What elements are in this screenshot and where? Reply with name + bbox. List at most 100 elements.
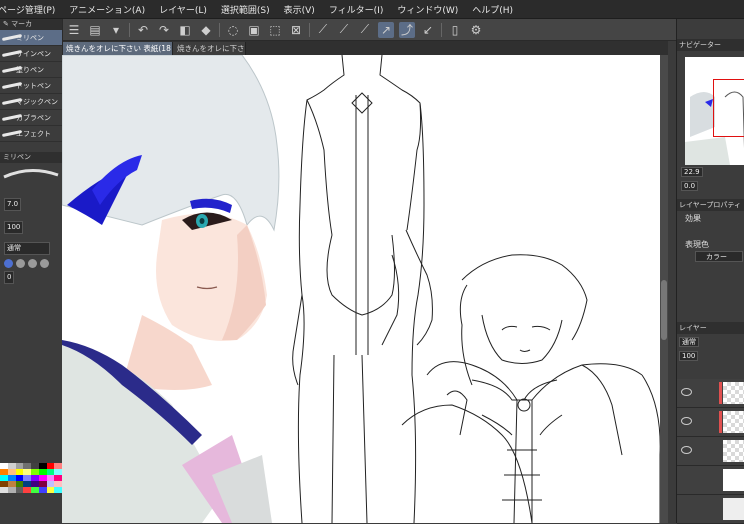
opacity-input[interactable]: 100 xyxy=(4,221,24,234)
snap-line-icon[interactable]: ↙ xyxy=(420,22,436,38)
command-toolbar: ☰ ▤ ▾ ↶ ↷ ◧ ◆ ◌ ▣ ⬚ ⊠ ⟋ ⟋ ⟋ ↗ ⤴ ↙ ▯ ⚙ xyxy=(62,19,744,41)
menu-bar: ページ管理(P) アニメーション(A) レイヤー(L) 選択範囲(S) 表示(V… xyxy=(0,0,744,19)
settings-icon[interactable]: ⚙ xyxy=(468,22,484,38)
color-palette xyxy=(0,463,62,523)
blend-mode-row: 通常 xyxy=(0,241,62,256)
undo-icon[interactable]: ↶ xyxy=(135,22,151,38)
snap-ruler-icon[interactable]: ⟋ xyxy=(336,22,352,38)
opacity-row: 100 xyxy=(0,220,62,235)
layer-thumbnail xyxy=(723,498,744,520)
tab-cover[interactable]: 焼きんをオレに下さい 表紙(18▾ xyxy=(62,42,173,55)
zoom-input[interactable]: 22.9 xyxy=(681,167,703,177)
tip-preset[interactable] xyxy=(4,258,13,268)
tip-preset[interactable] xyxy=(40,258,49,268)
menu-view[interactable]: 表示(V) xyxy=(284,3,315,16)
layer-item[interactable] xyxy=(677,379,744,408)
layer-thumbnail xyxy=(723,469,744,491)
device-icon[interactable]: ▯ xyxy=(447,22,463,38)
redo-icon[interactable]: ↷ xyxy=(156,22,172,38)
effect-label: 効果 xyxy=(685,214,701,223)
menu-icon[interactable]: ☰ xyxy=(66,22,82,38)
divider xyxy=(309,22,310,37)
select-invert-icon[interactable]: ▣ xyxy=(246,22,262,38)
snap-grid-icon[interactable]: ↗ xyxy=(378,21,394,38)
layer-blend-select[interactable]: 通常 xyxy=(679,337,699,347)
fill-icon[interactable]: ◆ xyxy=(198,22,214,38)
brush-item-milli[interactable]: ミリペン xyxy=(0,30,62,46)
tip-preset[interactable] xyxy=(28,258,37,268)
hardness-input[interactable]: 0 xyxy=(4,271,15,284)
expression-color-select[interactable]: カラー xyxy=(695,251,743,262)
brush-label: エフェクト xyxy=(16,130,51,138)
brush-item-fill[interactable]: 塗りペン xyxy=(0,62,62,78)
eye-icon[interactable] xyxy=(681,446,692,454)
blend-mode-select[interactable]: 通常 xyxy=(4,242,50,255)
palette-swatch[interactable] xyxy=(0,487,8,493)
hardness-row: 0 xyxy=(0,270,62,285)
palette-swatch[interactable] xyxy=(31,487,39,493)
brush-label: ミリペン xyxy=(16,34,44,42)
layer-thumbnail xyxy=(723,382,744,404)
brush-item-dot[interactable]: ドットペン xyxy=(0,78,62,94)
snap-special-icon[interactable]: ⟋ xyxy=(357,22,373,38)
layer-opacity-input[interactable]: 100 xyxy=(679,351,699,361)
layer-item[interactable] xyxy=(677,437,744,466)
palette-swatch[interactable] xyxy=(7,487,16,493)
save-icon[interactable]: ▾ xyxy=(108,22,124,38)
tip-preset[interactable] xyxy=(16,258,25,268)
brush-item-magic[interactable]: マジックペン xyxy=(0,94,62,110)
brush-preview xyxy=(0,163,62,185)
pen-icon: ✎ xyxy=(3,20,9,28)
palette-swatch[interactable] xyxy=(15,487,24,493)
canvas-area[interactable] xyxy=(62,55,668,523)
navigator-viewport-frame[interactable] xyxy=(713,79,744,137)
brush-size-row: 7.0 xyxy=(0,197,62,212)
palette-swatch[interactable] xyxy=(54,487,62,493)
menu-filter[interactable]: フィルター(I) xyxy=(329,3,384,16)
eye-icon[interactable] xyxy=(681,388,692,396)
new-icon[interactable]: ▤ xyxy=(87,22,103,38)
divider xyxy=(441,22,442,37)
layer-item[interactable] xyxy=(677,495,744,524)
document-tabs: 焼きんをオレに下さい 表紙(18▾ 焼きんをオレに下さい✕ xyxy=(62,41,668,55)
tab-second-label: 焼きんをオレに下さい xyxy=(177,44,246,53)
tab-second[interactable]: 焼きんをオレに下さい✕ xyxy=(173,42,246,55)
clear-icon[interactable]: ◧ xyxy=(177,22,193,38)
brush-size-input[interactable]: 7.0 xyxy=(4,198,22,211)
layer-item[interactable] xyxy=(677,408,744,437)
layer-item[interactable] xyxy=(677,466,744,495)
snap-off-icon[interactable]: ⟋ xyxy=(315,22,331,38)
sub-tool-header: ✎ マーカ xyxy=(0,19,62,30)
scrollbar-thumb[interactable] xyxy=(661,280,667,340)
menu-help[interactable]: ヘルプ(H) xyxy=(472,3,513,16)
brush-label: マジックペン xyxy=(16,98,58,106)
artwork-canvas[interactable] xyxy=(62,55,668,523)
layer-opacity-row: 100 xyxy=(679,351,743,363)
tool-property-panel: ✎ マーカ ミリペン サインペン 塗りペン ドットペン マジックペン カブラペン… xyxy=(0,19,63,523)
brush-item-sign[interactable]: サインペン xyxy=(0,46,62,62)
menu-selection[interactable]: 選択範囲(S) xyxy=(221,3,270,16)
menu-page[interactable]: ページ管理(P) xyxy=(0,3,55,16)
rotation-input[interactable]: 0.0 xyxy=(681,181,699,191)
rotation-row: 0.0 xyxy=(677,181,744,193)
layer-panel-header: レイヤー xyxy=(677,322,744,334)
lasso-icon[interactable]: ◌ xyxy=(225,22,241,38)
brush-item-kabura[interactable]: カブラペン xyxy=(0,110,62,126)
palette-swatch[interactable] xyxy=(23,487,31,493)
eye-icon[interactable] xyxy=(681,417,692,425)
canvas-scrollbar[interactable] xyxy=(660,55,668,523)
palette-swatch[interactable] xyxy=(46,487,55,493)
snap-perspective-icon[interactable]: ⤴ xyxy=(399,21,415,38)
ruler-icon[interactable]: ⊠ xyxy=(288,22,304,38)
menu-window[interactable]: ウィンドウ(W) xyxy=(397,3,458,16)
menu-layer[interactable]: レイヤー(L) xyxy=(159,3,207,16)
layer-color-mark xyxy=(719,382,722,404)
brush-preview-stroke xyxy=(3,169,59,179)
palette-swatch[interactable] xyxy=(38,487,47,493)
brush-item-effect[interactable]: エフェクト xyxy=(0,126,62,142)
menu-animation[interactable]: アニメーション(A) xyxy=(69,3,145,16)
transform-icon[interactable]: ⬚ xyxy=(267,22,283,38)
brush-label: サインペン xyxy=(16,50,51,58)
tab-cover-label: 焼きんをオレに下さい 表紙(18 xyxy=(66,44,171,53)
brush-tip-presets xyxy=(0,256,62,270)
